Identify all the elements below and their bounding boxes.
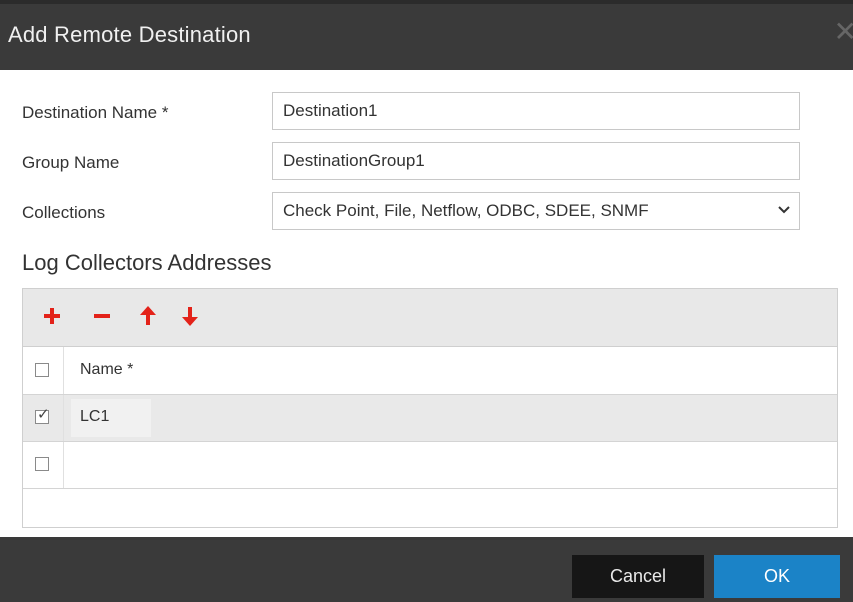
dialog-body: Destination Name * Destination1 Group Na… bbox=[0, 70, 853, 537]
row-checkbox-cell: ✓ bbox=[23, 395, 64, 441]
close-icon[interactable]: ✕ bbox=[834, 18, 853, 46]
select-all-checkbox[interactable] bbox=[35, 362, 49, 377]
ok-button[interactable]: OK bbox=[714, 555, 840, 598]
collections-select-value: Check Point, File, Netflow, ODBC, SDEE, … bbox=[283, 201, 649, 220]
log-collectors-grid: Name * ✓ LC1 bbox=[22, 288, 838, 528]
column-header-name[interactable]: Name * bbox=[80, 361, 133, 379]
destination-name-label: Destination Name * bbox=[22, 103, 169, 122]
add-button[interactable] bbox=[37, 301, 67, 331]
group-name-input[interactable]: DestinationGroup1 bbox=[272, 142, 800, 180]
cancel-button[interactable]: Cancel bbox=[572, 555, 704, 598]
grid-header-row: Name * bbox=[23, 347, 837, 395]
add-remote-destination-dialog: Add Remote Destination ✕ Destination Nam… bbox=[0, 0, 853, 602]
group-name-label: Group Name bbox=[22, 153, 120, 172]
row-name-cell: LC1 bbox=[80, 408, 110, 425]
select-all-cell bbox=[23, 347, 64, 394]
collections-select[interactable]: Check Point, File, Netflow, ODBC, SDEE, … bbox=[272, 192, 800, 230]
plus-icon bbox=[44, 308, 60, 324]
move-up-button[interactable] bbox=[133, 301, 163, 331]
row-checkbox[interactable] bbox=[35, 457, 49, 471]
table-row[interactable] bbox=[23, 442, 837, 489]
collections-label: Collections bbox=[22, 203, 106, 222]
dialog-titlebar: Add Remote Destination ✕ bbox=[0, 0, 853, 70]
checkmark-icon: ✓ bbox=[37, 406, 50, 423]
table-row[interactable]: ✓ LC1 bbox=[23, 395, 837, 442]
destination-name-input[interactable]: Destination1 bbox=[272, 92, 800, 130]
minus-icon bbox=[94, 314, 110, 318]
destination-name-row: Destination Name * Destination1 bbox=[22, 92, 812, 132]
log-collectors-title: Log Collectors Addresses bbox=[22, 250, 272, 275]
chevron-down-icon bbox=[778, 206, 790, 214]
row-checkbox[interactable]: ✓ bbox=[35, 406, 50, 424]
arrow-down-icon bbox=[182, 307, 198, 326]
arrow-up-icon bbox=[140, 306, 156, 325]
collections-row: Collections Check Point, File, Netflow, … bbox=[22, 192, 812, 232]
group-name-row: Group Name DestinationGroup1 bbox=[22, 142, 812, 182]
grid-toolbar bbox=[23, 289, 837, 347]
row-checkbox-cell bbox=[23, 442, 64, 488]
move-down-button[interactable] bbox=[175, 301, 205, 331]
dialog-footer: Cancel OK bbox=[0, 537, 853, 602]
dialog-title: Add Remote Destination bbox=[8, 22, 251, 47]
remove-button[interactable] bbox=[87, 301, 117, 331]
